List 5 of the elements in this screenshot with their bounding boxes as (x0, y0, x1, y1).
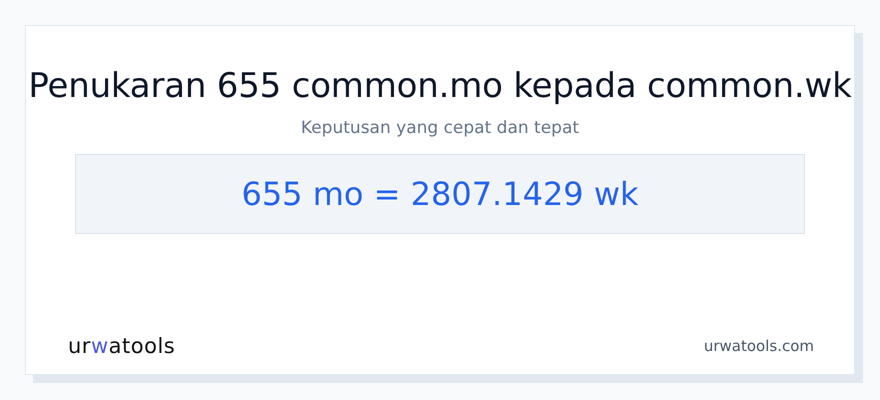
page-title: Penukaran 655 common.mo kepada common.wk (28, 66, 852, 106)
subtitle: Keputusan yang cepat dan tepat (300, 118, 580, 138)
site-url: urwatools.com (704, 337, 814, 355)
logo: urwatools (68, 334, 176, 358)
conversion-result: 655 mo = 2807.1429 wk (241, 175, 639, 213)
